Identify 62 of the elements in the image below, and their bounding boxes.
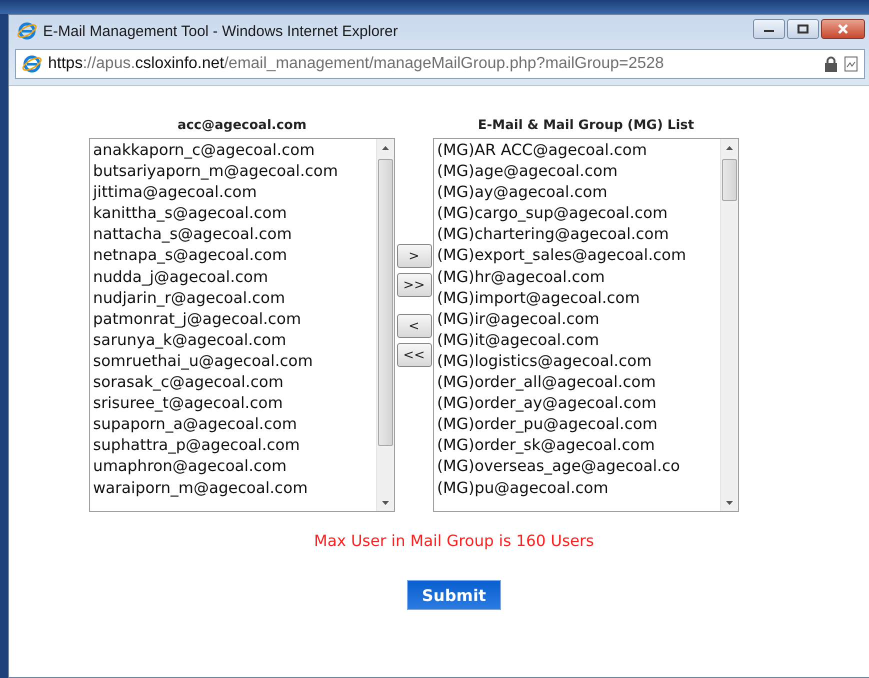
list-option[interactable]: supaporn_a@agecoal.com <box>93 414 376 436</box>
list-option[interactable]: (MG)order_ay@agecoal.com <box>437 393 720 414</box>
move-button[interactable]: > <box>396 244 432 268</box>
list-option[interactable]: sorasak_c@agecoal.com <box>93 372 376 394</box>
list-option[interactable]: (MG)order_pu@agecoal.com <box>437 414 720 436</box>
list-option[interactable]: (MG)age@agecoal.com <box>437 161 720 182</box>
member-list[interactable] <box>89 138 395 512</box>
list-option[interactable]: kanittha_s@agecoal.com <box>93 203 376 224</box>
submit-button[interactable]: Submit <box>407 580 501 610</box>
page-icon <box>844 56 858 72</box>
scroll-down-icon[interactable] <box>382 500 389 504</box>
list-option[interactable]: srisuree_t@agecoal.com <box>93 393 376 414</box>
list-option[interactable]: suphattra_p@agecoal.com <box>93 435 376 456</box>
list-option[interactable]: (MG)order_all@agecoal.com <box>437 372 720 394</box>
list-option[interactable]: netnapa_s@agecoal.com <box>93 245 376 267</box>
list-option[interactable]: sarunya_k@agecoal.com <box>93 330 376 351</box>
url-text: https://apus.csloxinfo.net/email_management/manageMailGroup.php?mailGroup=2528 <box>48 55 665 73</box>
list-option[interactable]: nudjarin_r@agecoal.com <box>93 288 376 309</box>
scroll-up-icon[interactable] <box>726 146 733 150</box>
list-option[interactable]: (MG)order_sk@agecoal.com <box>437 435 720 456</box>
browser-logo-icon <box>17 21 37 41</box>
list-option[interactable]: (MG)cargo_sup@agecoal.com <box>437 203 720 224</box>
list-option[interactable]: (MG)chartering@agecoal.com <box>437 224 720 246</box>
list-option[interactable]: (MG)export_sales@agecoal.com <box>437 245 720 267</box>
scrollbar-thumb[interactable] <box>378 159 393 446</box>
list-option[interactable]: (MG)hr@agecoal.com <box>437 266 720 288</box>
move-button[interactable]: < <box>396 314 432 338</box>
list-option[interactable]: butsariyaporn_m@agecoal.com <box>93 161 376 182</box>
list-option[interactable]: jittima@agecoal.com <box>93 182 376 204</box>
list-option[interactable]: (MG)import@agecoal.com <box>437 288 720 309</box>
list-option[interactable]: (MG)pu@agecoal.com <box>437 478 720 499</box>
list-option[interactable]: (MG)ay@agecoal.com <box>437 182 720 204</box>
scrollbar-thumb[interactable] <box>722 159 737 201</box>
limit-message: Max User in Mail Group is 160 Users <box>314 532 594 550</box>
minimize-button[interactable] <box>753 19 785 39</box>
list-option[interactable]: umaphron@agecoal.com <box>93 456 376 478</box>
list-option[interactable]: (MG)ir@agecoal.com <box>437 308 720 330</box>
list-option[interactable]: somruethai_u@agecoal.com <box>93 350 376 372</box>
browser-logo-icon <box>22 54 42 74</box>
list-heading: E-Mail & Mail Group (MG) List <box>478 118 694 133</box>
maximize-icon <box>797 24 809 34</box>
list-option[interactable]: (MG)it@agecoal.com <box>437 330 720 351</box>
close-button[interactable] <box>821 19 865 39</box>
close-icon <box>836 24 850 34</box>
list-option[interactable]: patmonrat_j@agecoal.com <box>93 308 376 330</box>
list-heading: acc@agecoal.com <box>177 118 307 133</box>
list-option[interactable]: nattacha_s@agecoal.com <box>93 224 376 246</box>
lock-icon <box>824 56 838 72</box>
list-option[interactable]: (MG)AR ACC@agecoal.com <box>437 140 720 162</box>
address-bar[interactable]: https://apus.csloxinfo.net/email_management/manageMailGroup.php?mailGroup=2528 <box>15 49 865 79</box>
list-option[interactable]: (MG)logistics@agecoal.com <box>437 350 720 372</box>
list-option[interactable]: anakkaporn_c@agecoal.com <box>93 140 376 162</box>
list-option[interactable]: (MG)overseas_age@agecoal.co <box>437 456 720 478</box>
group-list[interactable] <box>433 138 739 512</box>
scroll-down-icon[interactable] <box>726 500 733 504</box>
list-option[interactable]: waraiporn_m@agecoal.com <box>93 478 376 499</box>
maximize-button[interactable] <box>787 19 819 39</box>
move-button[interactable]: >> <box>396 273 432 297</box>
list-option[interactable]: nudda_j@agecoal.com <box>93 266 376 288</box>
scroll-up-icon[interactable] <box>382 146 389 150</box>
move-button[interactable]: << <box>396 343 432 367</box>
window-title: E-Mail Management Tool - Windows Internet Explorer <box>43 22 399 40</box>
